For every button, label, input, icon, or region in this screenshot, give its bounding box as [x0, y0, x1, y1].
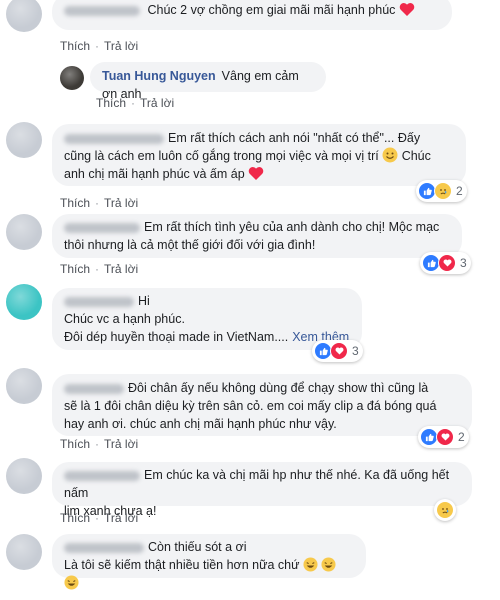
- like-link[interactable]: Thích: [60, 196, 90, 210]
- like-link[interactable]: Thích: [60, 39, 90, 53]
- reaction-summary[interactable]: [434, 499, 456, 521]
- comment-actions: Thích · Trả lời: [96, 96, 174, 110]
- comment-line: cũng là cách em luôn cố gắng trong mọi v…: [64, 147, 431, 163]
- heart-emoji-icon: [399, 3, 415, 16]
- comment-bubble: Còn thiếu sót a ơi Là tôi sẽ kiếm thật n…: [52, 534, 366, 590]
- comment-actions: Thích · Trả lời: [60, 39, 138, 53]
- author-name-blurred[interactable]: [64, 542, 144, 553]
- like-link[interactable]: Thích: [60, 262, 90, 276]
- separator-dot: ·: [95, 437, 100, 451]
- reaction-count: 3: [352, 344, 359, 358]
- reply-link[interactable]: Trả lời: [104, 437, 138, 451]
- reaction-count: 2: [456, 184, 463, 198]
- comment-line: Em rất thích cách anh nói "nhất có thể".…: [64, 129, 454, 147]
- reaction-summary[interactable]: 2: [416, 180, 467, 202]
- avatar[interactable]: [6, 458, 42, 494]
- heart-reaction-icon: [330, 342, 348, 360]
- separator-dot: ·: [131, 96, 136, 110]
- like-link[interactable]: Thích: [60, 437, 90, 451]
- heart-reaction-icon: [438, 254, 456, 272]
- avatar[interactable]: [6, 214, 42, 250]
- reply-link[interactable]: Trả lời: [104, 196, 138, 210]
- avatar[interactable]: [60, 66, 84, 90]
- author-name-blurred[interactable]: [64, 222, 140, 233]
- comment-line: hay anh ơi. chúc anh chị mãi hạnh phúc n…: [64, 417, 337, 431]
- reaction-summary[interactable]: 3: [420, 252, 471, 274]
- author-name[interactable]: Tuan Hung Nguyen: [102, 69, 216, 83]
- author-name-blurred[interactable]: [64, 5, 140, 16]
- reply-link[interactable]: Trả lời: [140, 96, 174, 110]
- avatar[interactable]: [6, 122, 42, 158]
- comment-line: sẽ là 1 đôi chân diệu kỳ trên sân cỏ. em…: [64, 399, 437, 413]
- reaction-summary[interactable]: 3: [312, 340, 363, 362]
- comment-actions: Thích · Trả lời: [60, 196, 138, 210]
- like-link[interactable]: Thích: [60, 511, 90, 525]
- avatar[interactable]: [6, 0, 42, 32]
- separator-dot: ·: [95, 511, 100, 525]
- comment-line: Là tôi sẽ kiếm thật nhiều tiền hơn nữa c…: [64, 556, 354, 592]
- reply-link[interactable]: Trả lời: [104, 39, 138, 53]
- avatar[interactable]: [6, 534, 42, 570]
- heart-emoji-icon: [248, 167, 264, 180]
- comment-line: Đôi chân ấy nếu không dùng để chạy show …: [64, 379, 460, 397]
- laughing-emoji-icon: [303, 557, 318, 572]
- heart-reaction-icon: [436, 428, 454, 446]
- comment-bubble: Đôi chân ấy nếu không dùng để chạy show …: [52, 374, 472, 436]
- sad-reaction-icon: [434, 182, 452, 200]
- author-name-blurred[interactable]: [64, 470, 140, 481]
- author-name-blurred[interactable]: [64, 296, 134, 307]
- comment-line: Đôi dép huyền thoại made in VietNam.... X…: [64, 330, 350, 344]
- comment-line: anh chị mãi hạnh phúc và ấm áp: [64, 165, 454, 183]
- comment-actions: Thích · Trả lời: [60, 262, 138, 276]
- separator-dot: ·: [95, 196, 100, 210]
- comment-bubble: Hi Chúc vc a hạnh phúc. Đôi dép huyền th…: [52, 288, 362, 350]
- reply-link[interactable]: Trả lời: [104, 262, 138, 276]
- reaction-count: 3: [460, 256, 467, 270]
- reply-link[interactable]: Trả lời: [104, 511, 138, 525]
- smile-emoji-icon: [382, 147, 398, 163]
- comment-line: Chúc vc a hạnh phúc.: [64, 312, 185, 326]
- comment-text: Chúc 2 vợ chồng em giai mãi mãi hạnh phú…: [147, 3, 396, 17]
- comment-bubble: Chúc 2 vợ chồng em giai mãi mãi hạnh phú…: [52, 0, 452, 30]
- reaction-count: 2: [458, 430, 465, 444]
- comment-bubble: Em chúc ka và chị mãi hp như thế nhé. Ka…: [52, 462, 472, 518]
- comment-bubble: Tuan Hung Nguyen Vâng em cảm ơn anh: [90, 62, 326, 101]
- comment-bubble: Em rất thích tình yêu của anh dành cho c…: [52, 214, 462, 258]
- comment-actions: Thích · Trả lời: [60, 511, 138, 525]
- comment-line: Em rất thích tình yêu của anh dành cho c…: [64, 218, 450, 236]
- comment-line: Hi: [64, 292, 350, 310]
- author-name-blurred[interactable]: [64, 133, 164, 144]
- avatar[interactable]: [6, 284, 42, 320]
- reaction-summary[interactable]: 2: [418, 426, 469, 448]
- comment-line: thôi nhưng là cả một thế giới đối với gi…: [64, 238, 316, 252]
- separator-dot: ·: [95, 262, 100, 276]
- laughing-emoji-icon: [321, 557, 336, 572]
- author-name-blurred[interactable]: [64, 383, 124, 394]
- avatar[interactable]: [6, 368, 42, 404]
- comment-actions: Thích · Trả lời: [60, 437, 138, 451]
- sad-reaction-icon: [436, 501, 454, 519]
- comment-line: Còn thiếu sót a ơi: [64, 538, 354, 556]
- comment-line: Em chúc ka và chị mãi hp như thế nhé. Ka…: [64, 468, 450, 500]
- comment-bubble: Em rất thích cách anh nói "nhất có thể".…: [52, 124, 466, 186]
- separator-dot: ·: [95, 39, 100, 53]
- laughing-emoji-icon: [64, 575, 79, 590]
- like-link[interactable]: Thích: [96, 96, 126, 110]
